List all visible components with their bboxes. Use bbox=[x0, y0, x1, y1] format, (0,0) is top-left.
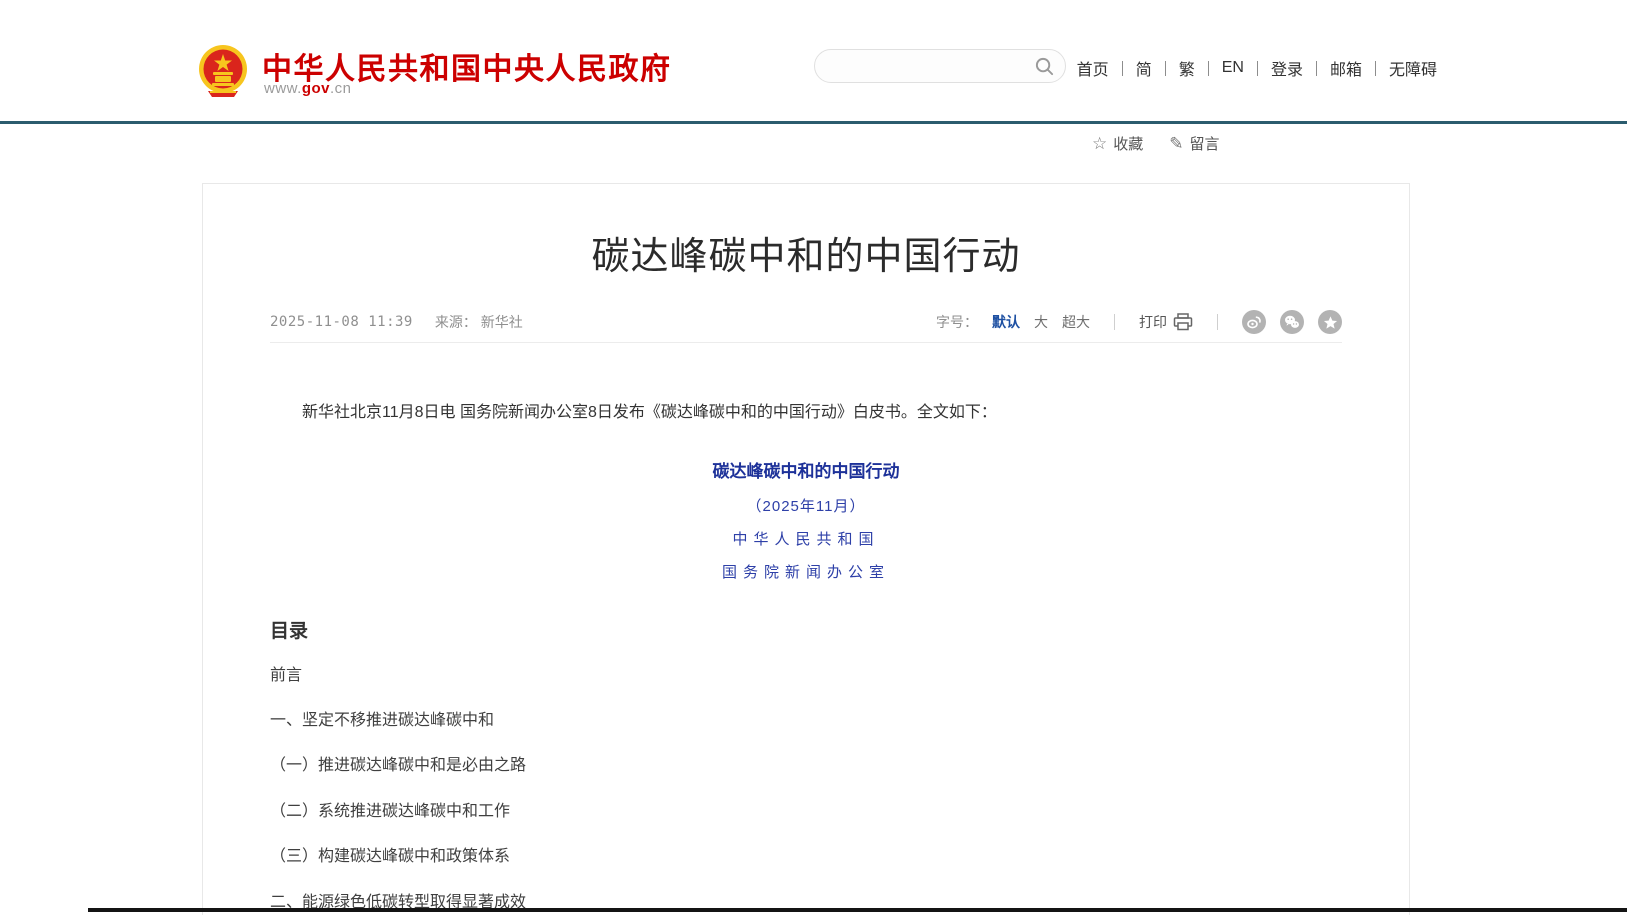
meta-separator bbox=[1217, 314, 1218, 330]
nav-mail[interactable]: 邮箱 bbox=[1330, 56, 1362, 80]
nav-home[interactable]: 首页 bbox=[1077, 56, 1109, 80]
font-size-large-button[interactable]: 大 bbox=[1034, 312, 1048, 332]
share-weibo-button[interactable] bbox=[1242, 310, 1266, 334]
page: 中华人民共和国中央人民政府 www.gov.cn 首页 简 繁 EN 登录 邮箱… bbox=[0, 0, 1627, 915]
search-box[interactable] bbox=[814, 49, 1066, 83]
site-url-prefix: www. bbox=[264, 80, 302, 97]
toc-item-preface: 前言 bbox=[270, 667, 1342, 685]
search-input[interactable] bbox=[831, 50, 1021, 82]
national-emblem-logo bbox=[198, 42, 248, 99]
source-value: 新华社 bbox=[481, 314, 523, 330]
source-label: 来源： bbox=[435, 314, 477, 330]
nav-separator bbox=[1257, 61, 1258, 76]
meta-divider-rule bbox=[270, 342, 1342, 343]
share-wechat-button[interactable] bbox=[1280, 310, 1304, 334]
lead-paragraph: 新华社北京11月8日电 国务院新闻办公室8日发布《碳达峰碳中和的中国行动》白皮书… bbox=[270, 400, 1342, 426]
font-size-default-button[interactable]: 默认 bbox=[992, 312, 1020, 332]
nav-separator bbox=[1122, 61, 1123, 76]
site-url-gov: gov bbox=[302, 80, 330, 97]
print-button[interactable]: 打印 bbox=[1139, 312, 1193, 332]
wechat-icon bbox=[1284, 314, 1300, 330]
article-title: 碳达峰碳中和的中国行动 bbox=[270, 225, 1342, 280]
document-date: （2025年11月） bbox=[270, 495, 1342, 516]
font-size-xlarge-button[interactable]: 超大 bbox=[1062, 312, 1090, 332]
search-icon[interactable] bbox=[1034, 56, 1055, 77]
top-nav: 首页 简 繁 EN 登录 邮箱 无障碍 bbox=[1077, 56, 1437, 80]
nav-accessibility[interactable]: 无障碍 bbox=[1389, 56, 1437, 80]
article-action-row: ☆ 收藏 ✎ 留言 bbox=[1092, 133, 1220, 154]
pencil-icon: ✎ bbox=[1169, 135, 1183, 152]
document-org-line2: 国务院新闻办公室 bbox=[270, 561, 1342, 582]
site-header: 中华人民共和国中央人民政府 www.gov.cn 首页 简 繁 EN 登录 邮箱… bbox=[0, 0, 1627, 122]
nav-login[interactable]: 登录 bbox=[1271, 56, 1303, 80]
nav-english[interactable]: EN bbox=[1222, 59, 1244, 77]
publish-date: 2025-11-08 11:39 bbox=[270, 314, 413, 330]
nav-traditional[interactable]: 繁 bbox=[1179, 56, 1195, 80]
nav-separator bbox=[1316, 61, 1317, 76]
toc-item-1-2: （二）系统推进碳达峰碳中和工作 bbox=[270, 803, 1342, 821]
window-bottom-edge bbox=[88, 908, 1627, 912]
meta-separator bbox=[1114, 314, 1115, 330]
document-title: 碳达峰碳中和的中国行动 bbox=[270, 457, 1342, 482]
nav-separator bbox=[1165, 61, 1166, 76]
nav-simplified[interactable]: 简 bbox=[1136, 56, 1152, 80]
favorite-button[interactable]: ☆ 收藏 bbox=[1092, 133, 1143, 154]
share-row bbox=[1242, 310, 1342, 334]
weibo-icon bbox=[1246, 314, 1262, 330]
site-url: www.gov.cn bbox=[264, 80, 352, 97]
toc-item-1-3: （三）构建碳达峰碳中和政策体系 bbox=[270, 848, 1342, 866]
toc-item-1: 一、坚定不移推进碳达峰碳中和 bbox=[270, 712, 1342, 730]
comment-label: 留言 bbox=[1190, 133, 1220, 154]
toc-list: 前言 一、坚定不移推进碳达峰碳中和 （一）推进碳达峰碳中和是必由之路 （二）系统… bbox=[270, 667, 1342, 915]
print-label: 打印 bbox=[1139, 312, 1167, 332]
meta-left: 2025-11-08 11:39 来源： 新华社 bbox=[270, 312, 523, 332]
nav-separator bbox=[1208, 61, 1209, 76]
font-size-label: 字号： bbox=[936, 312, 978, 332]
article-meta-row: 2025-11-08 11:39 来源： 新华社 字号： 默认 大 超大 打印 bbox=[270, 311, 1342, 333]
printer-icon bbox=[1173, 313, 1193, 331]
toc-heading: 目录 bbox=[270, 616, 1342, 643]
document-org-line1: 中华人民共和国 bbox=[270, 528, 1342, 549]
source: 来源： 新华社 bbox=[435, 312, 523, 332]
site-url-suffix: .cn bbox=[330, 80, 352, 97]
star-share-icon bbox=[1323, 315, 1338, 330]
meta-right: 字号： 默认 大 超大 打印 bbox=[936, 310, 1342, 334]
header-divider-rule bbox=[0, 121, 1627, 124]
star-icon: ☆ bbox=[1092, 135, 1107, 152]
comment-button[interactable]: ✎ 留言 bbox=[1169, 133, 1219, 154]
article-card: 碳达峰碳中和的中国行动 2025-11-08 11:39 来源： 新华社 字号：… bbox=[202, 183, 1410, 915]
nav-separator bbox=[1375, 61, 1376, 76]
favorite-label: 收藏 bbox=[1113, 133, 1143, 154]
toc-item-1-1: （一）推进碳达峰碳中和是必由之路 bbox=[270, 757, 1342, 775]
share-qzone-button[interactable] bbox=[1318, 310, 1342, 334]
